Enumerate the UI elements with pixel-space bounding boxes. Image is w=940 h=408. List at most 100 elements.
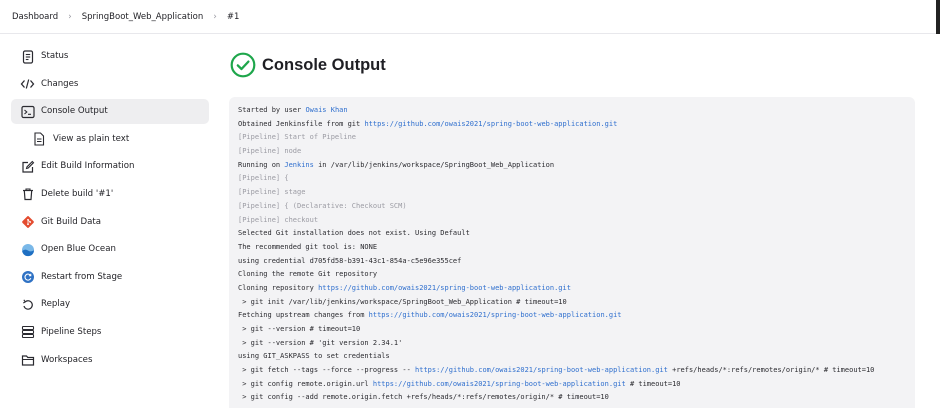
folder-icon: [20, 353, 35, 368]
console-text: > git init /var/lib/jenkins/workspace/Sp…: [238, 297, 567, 306]
console-line: > git init /var/lib/jenkins/workspace/Sp…: [238, 296, 915, 310]
breadcrumb: Dashboard › SpringBoot_Web_Application ›…: [12, 0, 239, 33]
breadcrumb-separator: ›: [68, 11, 72, 22]
sidebar-item-label: Status: [41, 51, 69, 61]
console-line: > git fetch --tags --force --progress --…: [238, 364, 915, 378]
terminal-icon: [20, 104, 35, 119]
breadcrumb-separator: ›: [213, 11, 217, 22]
sidebar-item-label: Git Build Data: [41, 216, 101, 227]
console-text: The recommended git tool is: NONE: [238, 242, 378, 251]
console-text: Running on: [238, 160, 285, 169]
sidebar-item-label: Changes: [41, 78, 79, 89]
console-text: [Pipeline] Start of Pipeline: [238, 133, 357, 142]
console-text: using GIT_ASKPASS to set credentials: [238, 352, 390, 361]
sidebar-item-pipeline-steps[interactable]: Pipeline Steps: [11, 320, 209, 345]
console-text: [Pipeline] {: [238, 174, 289, 183]
console-text: Started by user: [238, 106, 306, 114]
console-text: Cloning repository: [238, 283, 319, 292]
console-line: [Pipeline] checkout: [238, 214, 915, 228]
sidebar-item-git-build-data[interactable]: Git Build Data: [11, 210, 209, 235]
console-line: > git config remote.origin.url https://g…: [238, 378, 915, 392]
console-text: [Pipeline] checkout: [238, 215, 319, 224]
console-text: > git --version # timeout=10: [238, 325, 361, 333]
console-link[interactable]: https://github.com/owais2021/spring-boot…: [373, 380, 626, 388]
console-text: using credential d705fd58-b391-43c1-854a…: [238, 256, 462, 265]
success-check-icon: [230, 52, 256, 78]
breadcrumb-build[interactable]: #1: [227, 12, 240, 22]
pipeline-steps-icon: [20, 325, 35, 340]
console-line: [Pipeline] Start of Pipeline: [238, 131, 915, 145]
breadcrumb-job[interactable]: SpringBoot_Web_Application: [82, 12, 204, 22]
status-icon: [20, 49, 35, 64]
page-title: Console Output: [262, 55, 386, 74]
sidebar-item-label: Delete build '#1': [41, 188, 114, 199]
console-text: [Pipeline] stage: [238, 188, 306, 197]
edit-icon: [20, 159, 35, 174]
console-text: Cloning the remote Git repository: [238, 270, 378, 279]
sidebar-item-label: Workspaces: [41, 354, 93, 365]
console-text: [Pipeline] { (Declarative: Checkout SCM): [238, 201, 407, 210]
sidebar-item-restart-from-stage[interactable]: Restart from Stage: [11, 265, 209, 290]
console-text: [Pipeline] node: [238, 147, 302, 156]
console-line: Obtained Jenkinsfile from git https://gi…: [238, 118, 915, 132]
console-log: Started by user Owais Khan Obtained Jenki…: [229, 97, 915, 405]
console-text: > git config remote.origin.url: [238, 379, 373, 388]
window-edge: [936, 0, 940, 34]
sidebar-item-label: Restart from Stage: [41, 271, 123, 282]
sidebar-item-label: Pipeline Steps: [41, 326, 102, 337]
sidebar-item-label: Open Blue Ocean: [41, 244, 116, 255]
sidebar-item-status[interactable]: Status: [11, 44, 209, 69]
console-line: using GIT_ASKPASS to set credentials: [238, 350, 915, 364]
sidebar-item-changes[interactable]: Changes: [11, 72, 209, 97]
breadcrumb-bar: Dashboard › SpringBoot_Web_Application ›…: [0, 0, 940, 34]
document-icon: [31, 132, 46, 147]
console-link[interactable]: https://github.com/owais2021/spring-boot…: [369, 311, 622, 319]
breadcrumb-dashboard[interactable]: Dashboard: [12, 12, 58, 22]
console-text: > git fetch --tags --force --progress --: [238, 366, 416, 375]
console-line: > git --version # 'git version 2.34.1': [238, 337, 915, 351]
sidebar-item-console-output[interactable]: Console Output: [11, 99, 209, 125]
console-line: Running on Jenkins in /var/lib/jenkins/w…: [238, 159, 915, 173]
console-text: Fetching upstream changes from: [238, 311, 369, 320]
sidebar-item-view-as-plain-text[interactable]: View as plain text: [11, 127, 209, 152]
console-line: using credential d705fd58-b391-43c1-854a…: [238, 255, 915, 269]
console-text: Selected Git installation does not exist…: [238, 229, 470, 238]
console-line: Cloning repository https://github.com/ow…: [238, 282, 915, 296]
console-link[interactable]: https://github.com/owais2021/spring-boot…: [415, 366, 668, 374]
git-icon: [20, 215, 35, 230]
sidebar: Status Changes Console Output View as pl…: [11, 44, 209, 375]
console-link[interactable]: Owais Khan: [305, 106, 347, 114]
console-text: Obtained Jenkinsfile from git: [238, 119, 365, 128]
sidebar-item-delete-build[interactable]: Delete build '#1': [11, 182, 209, 207]
console-line: [Pipeline] { (Declarative: Checkout SCM): [238, 200, 915, 214]
console-line: The recommended git tool is: NONE: [238, 241, 915, 255]
console-line: [Pipeline] {: [238, 172, 915, 186]
console-text: > git --version # 'git version 2.34.1': [238, 338, 403, 347]
code-icon: [20, 77, 35, 92]
sidebar-item-workspaces[interactable]: Workspaces: [11, 348, 209, 373]
console-link[interactable]: https://github.com/owais2021/spring-boot…: [318, 284, 571, 292]
console-line: [Pipeline] stage: [238, 186, 915, 200]
console-line: Cloning the remote Git repository: [238, 268, 915, 282]
console-text: # timeout=10: [625, 379, 681, 388]
console-text: > git config --add remote.origin.fetch +…: [238, 393, 609, 402]
sidebar-item-replay[interactable]: Replay: [11, 292, 209, 317]
console-line: Selected Git installation does not exist…: [238, 227, 915, 241]
console-line: Fetching upstream changes from https://g…: [238, 309, 915, 323]
console-text: +refs/heads/*:refs/remotes/origin/* # ti…: [667, 366, 875, 375]
console-line: > git config --add remote.origin.fetch +…: [238, 391, 915, 405]
console-text: in /var/lib/jenkins/workspace/SpringBoot…: [313, 160, 555, 169]
sidebar-item-open-blue-ocean[interactable]: Open Blue Ocean: [11, 237, 209, 262]
sidebar-item-edit-build-information[interactable]: Edit Build Information: [11, 154, 209, 179]
restart-icon: [20, 270, 35, 285]
replay-icon: [20, 297, 35, 312]
console-link[interactable]: Jenkins: [284, 161, 314, 169]
sidebar-item-label: Edit Build Information: [41, 161, 135, 172]
sidebar-item-label: Replay: [41, 299, 71, 310]
blue-ocean-icon: [20, 242, 35, 257]
trash-icon: [20, 187, 35, 202]
console-link[interactable]: https://github.com/owais2021/spring-boot…: [364, 120, 617, 128]
console-line: [Pipeline] node: [238, 145, 915, 159]
sidebar-item-label: Console Output: [41, 106, 108, 117]
console-line: > git --version # timeout=10: [238, 323, 915, 337]
